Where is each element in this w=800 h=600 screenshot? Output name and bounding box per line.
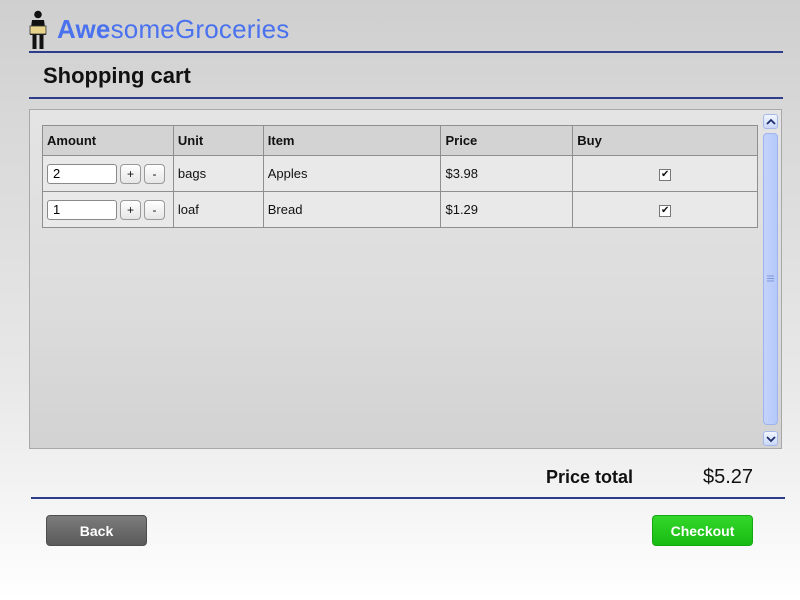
scroll-up-button[interactable] bbox=[763, 114, 778, 129]
scroll-down-button[interactable] bbox=[763, 431, 778, 446]
column-header-price: Price bbox=[440, 125, 574, 156]
brand-name: AwesomeGroceries bbox=[57, 14, 289, 45]
title-divider bbox=[29, 97, 783, 99]
column-header-amount: Amount bbox=[42, 125, 174, 156]
header-divider bbox=[29, 51, 783, 53]
table-row: +- loaf Bread $1.29 ✔ bbox=[42, 191, 758, 228]
back-button[interactable]: Back bbox=[46, 515, 147, 546]
page-title: Shopping cart bbox=[43, 63, 191, 88]
buy-cell: ✔ bbox=[572, 191, 758, 228]
price-cell: $3.98 bbox=[440, 155, 574, 192]
brand-name-rest: someGroceries bbox=[110, 14, 290, 44]
scroll-thumb[interactable] bbox=[763, 133, 778, 425]
price-total-label: Price total bbox=[546, 467, 634, 487]
buy-cell: ✔ bbox=[572, 155, 758, 192]
vertical-scrollbar[interactable] bbox=[763, 114, 780, 446]
item-cell: Bread bbox=[262, 191, 442, 228]
unit-cell: loaf bbox=[172, 191, 264, 228]
amount-cell: +- bbox=[42, 191, 174, 228]
table-header-row: Amount Unit Item Price Buy bbox=[42, 125, 758, 156]
price-total-value: $5.27 bbox=[703, 466, 754, 488]
item-cell: Apples bbox=[262, 155, 442, 192]
decrement-button[interactable]: - bbox=[144, 163, 165, 184]
cart-table: Amount Unit Item Price Buy +- bags Apple… bbox=[42, 125, 758, 228]
increment-button[interactable]: + bbox=[120, 199, 141, 220]
cart-panel: Amount Unit Item Price Buy +- bags Apple… bbox=[29, 109, 782, 449]
chevron-up-icon bbox=[766, 118, 776, 125]
column-header-unit: Unit bbox=[172, 125, 264, 156]
amount-input[interactable] bbox=[47, 163, 117, 184]
buy-checkbox[interactable]: ✔ bbox=[659, 204, 672, 217]
price-cell: $1.29 bbox=[440, 191, 574, 228]
decrement-button[interactable]: - bbox=[144, 199, 165, 220]
column-header-buy: Buy bbox=[572, 125, 758, 156]
unit-cell: bags bbox=[172, 155, 264, 192]
table-row: +- bags Apples $3.98 ✔ bbox=[42, 155, 758, 192]
chevron-down-icon bbox=[766, 436, 776, 443]
checkmark-icon: ✔ bbox=[660, 204, 670, 216]
grocery-person-icon bbox=[29, 10, 47, 49]
brand-name-bold: Awe bbox=[57, 14, 111, 44]
increment-button[interactable]: + bbox=[120, 163, 141, 184]
amount-input[interactable] bbox=[47, 199, 117, 220]
buy-checkbox[interactable]: ✔ bbox=[659, 168, 672, 181]
footer-divider bbox=[31, 497, 785, 499]
scroll-grip-icon bbox=[767, 275, 774, 282]
column-header-item: Item bbox=[262, 125, 442, 156]
checkout-button[interactable]: Checkout bbox=[652, 515, 753, 546]
amount-cell: +- bbox=[42, 155, 174, 192]
checkmark-icon: ✔ bbox=[660, 168, 670, 180]
